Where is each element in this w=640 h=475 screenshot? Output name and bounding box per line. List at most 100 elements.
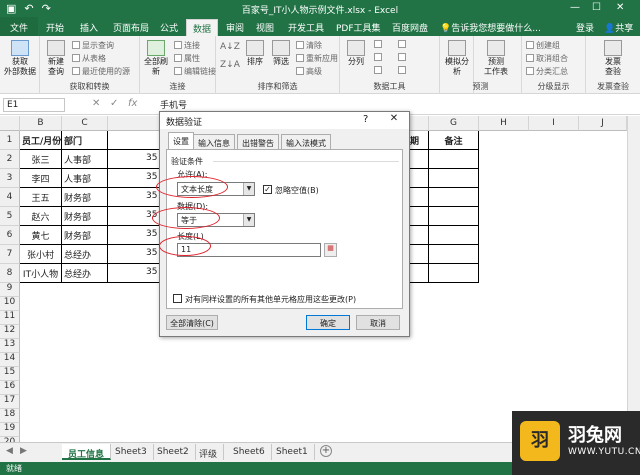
get-external-data-button[interactable]: 获取 外部数据	[2, 40, 38, 77]
row-header[interactable]: 19	[0, 423, 20, 437]
tab-page-layout[interactable]: 页面布局	[113, 21, 149, 34]
table-cell-dept[interactable]: 总经办	[62, 264, 108, 283]
row-header[interactable]: 12	[0, 325, 20, 339]
column-header[interactable]: C	[62, 116, 108, 131]
remove-duplicates-button[interactable]	[374, 53, 384, 62]
show-queries-button[interactable]: 显示查询	[72, 40, 114, 51]
edit-links-button[interactable]: 编辑链接	[174, 66, 216, 77]
row-header[interactable]: 1	[0, 131, 20, 150]
row-header[interactable]: 10	[0, 297, 20, 311]
subtotal-button[interactable]: 分类汇总	[526, 66, 568, 77]
table-cell[interactable]	[429, 188, 479, 207]
table-cell-name[interactable]: 张小村	[20, 245, 62, 264]
sheet-tab[interactable]: Sheet1	[270, 444, 315, 460]
close-window-button[interactable]: ✕	[616, 2, 624, 13]
table-cell-dept[interactable]: 财务部	[62, 226, 108, 245]
reapply-button[interactable]: 重新应用	[296, 53, 338, 64]
row-header[interactable]: 8	[0, 264, 20, 283]
flash-fill-button[interactable]	[374, 40, 384, 49]
sheet-tab[interactable]: 评级	[193, 444, 225, 460]
connections-button[interactable]: 连接	[174, 40, 200, 51]
table-cell[interactable]	[429, 207, 479, 226]
ignore-blank-checkbox[interactable]: ✓	[263, 185, 272, 194]
sheet-tab[interactable]: 员工信息	[62, 444, 112, 460]
row-header[interactable]: 18	[0, 409, 20, 423]
table-cell-dept[interactable]: 人事部	[62, 169, 108, 188]
table-cell[interactable]	[429, 245, 479, 264]
properties-button[interactable]: 属性	[174, 53, 200, 64]
tab-formulas[interactable]: 公式	[160, 21, 178, 34]
row-header[interactable]: 16	[0, 381, 20, 395]
tab-review[interactable]: 审阅	[226, 21, 244, 34]
clear-all-button[interactable]: 全部清除(C)	[166, 315, 218, 330]
tab-developer[interactable]: 开发工具	[288, 21, 324, 34]
tab-file[interactable]: 文件	[0, 17, 38, 36]
tab-data[interactable]: 数据	[186, 19, 219, 36]
vertical-scrollbar[interactable]	[627, 116, 640, 442]
row-header[interactable]: 9	[0, 283, 20, 297]
recent-sources-button[interactable]: 最近使用的源	[72, 66, 130, 77]
create-group-button[interactable]: 创建组	[526, 40, 560, 51]
table-cell-name[interactable]: IT小人物	[20, 264, 62, 283]
clear-button[interactable]: 清除	[296, 40, 322, 51]
sheet-tab[interactable]: Sheet6	[227, 444, 272, 460]
select-all-corner[interactable]	[0, 116, 20, 131]
table-cell-dept[interactable]: 人事部	[62, 150, 108, 169]
row-header[interactable]: 7	[0, 245, 20, 264]
row-header[interactable]: 3	[0, 169, 20, 188]
row-header[interactable]: 4	[0, 188, 20, 207]
name-box[interactable]: E1	[3, 98, 65, 112]
share-button[interactable]: 👤共享	[604, 21, 633, 34]
tab-pdf-tools[interactable]: PDF工具集	[336, 21, 381, 34]
header-cell-notes[interactable]: 备注	[429, 131, 479, 150]
tab-baidu-pan[interactable]: 百度网盘	[392, 21, 428, 34]
row-header[interactable]: 15	[0, 367, 20, 381]
row-header[interactable]: 6	[0, 226, 20, 245]
maximize-button[interactable]: ☐	[592, 2, 601, 13]
table-cell-dept[interactable]: 财务部	[62, 188, 108, 207]
from-table-button[interactable]: 从表格	[72, 53, 106, 64]
row-header[interactable]: 2	[0, 150, 20, 169]
minimize-button[interactable]: —	[570, 2, 580, 13]
table-cell[interactable]	[429, 226, 479, 245]
tab-input-message[interactable]: 输入信息	[193, 134, 235, 150]
new-query-button[interactable]: 新建 查询	[42, 40, 70, 77]
enter-icon[interactable]: ✓	[110, 98, 118, 109]
table-cell-name[interactable]: 黄七	[20, 226, 62, 245]
insert-function-icon[interactable]: fx	[128, 98, 137, 109]
table-cell-dept[interactable]: 财务部	[62, 207, 108, 226]
row-header[interactable]: 5	[0, 207, 20, 226]
column-header[interactable]: I	[529, 116, 579, 131]
cancel-button[interactable]: 取消	[356, 315, 400, 330]
column-header[interactable]: H	[479, 116, 529, 131]
tab-ime-mode[interactable]: 输入法模式	[281, 134, 331, 150]
table-cell[interactable]	[429, 169, 479, 188]
cancel-icon[interactable]: ✕	[92, 98, 100, 109]
help-icon[interactable]: ?	[363, 114, 368, 125]
data-validation-button[interactable]	[374, 66, 384, 75]
tab-view[interactable]: 视图	[256, 21, 274, 34]
header-cell-department[interactable]: 部门	[62, 131, 108, 150]
sheet-tab[interactable]: Sheet2	[151, 444, 196, 460]
table-cell-name[interactable]: 李四	[20, 169, 62, 188]
row-header[interactable]: 11	[0, 311, 20, 325]
table-cell-name[interactable]: 张三	[20, 150, 62, 169]
tell-me-box[interactable]: 💡告诉我您想要做什么...	[440, 21, 541, 34]
filter-button[interactable]: 筛选	[270, 40, 292, 67]
manage-data-model-button[interactable]	[398, 66, 408, 75]
header-cell-employee[interactable]: 员工/月份	[20, 131, 62, 150]
range-picker-icon[interactable]: ▦	[324, 243, 337, 257]
add-sheet-icon[interactable]: +	[320, 445, 332, 457]
row-header[interactable]: 13	[0, 339, 20, 353]
sheet-tab[interactable]: Sheet3	[109, 444, 154, 460]
tab-home[interactable]: 开始	[46, 21, 64, 34]
login-link[interactable]: 登录	[576, 21, 594, 34]
sort-za-button[interactable]: Z↓A	[220, 60, 240, 70]
row-header[interactable]: 14	[0, 353, 20, 367]
column-header[interactable]: J	[579, 116, 627, 131]
scroll-left-icon[interactable]: ◀	[6, 446, 13, 456]
refresh-all-button[interactable]: 全部刷新	[142, 40, 170, 77]
relationships-button[interactable]	[398, 53, 408, 62]
ok-button[interactable]: 确定	[306, 315, 350, 330]
table-cell-name[interactable]: 赵六	[20, 207, 62, 226]
